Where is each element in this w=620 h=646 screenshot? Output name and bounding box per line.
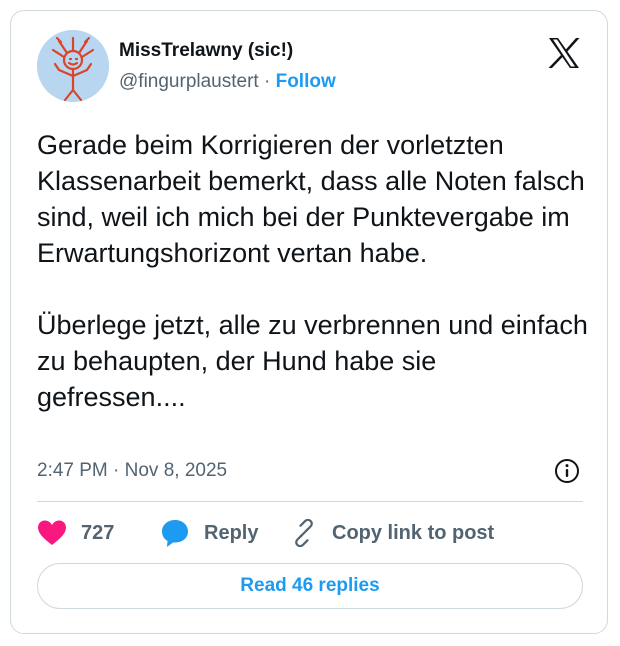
tweet-text: Gerade beim Korrigieren der vorletzten K… <box>37 130 588 412</box>
stick-figure-drawing-icon <box>37 30 109 102</box>
tweet-timestamp[interactable]: 2:47 PM · Nov 8, 2025 <box>37 460 227 482</box>
like-count: 727 <box>81 521 115 544</box>
author-handle[interactable]: @fingurplaustert <box>119 71 259 92</box>
reply-label: Reply <box>204 521 259 544</box>
like-button[interactable]: 727 <box>37 517 114 549</box>
follow-button[interactable]: Follow <box>276 71 336 92</box>
divider <box>37 501 583 502</box>
x-logo-icon[interactable] <box>547 37 581 69</box>
separator-dot: · <box>258 71 276 92</box>
avatar[interactable] <box>37 30 109 102</box>
author-name[interactable]: MissTrelawny (sic!) <box>119 40 293 62</box>
speech-bubble-icon <box>162 520 188 547</box>
author-meta-row: @fingurplaustert · Follow <box>119 71 336 93</box>
reply-button[interactable]: Reply <box>160 517 258 549</box>
copy-link-button[interactable]: Copy link to post <box>290 517 494 549</box>
heart-icon <box>38 520 66 545</box>
copy-link-label: Copy link to post <box>332 521 495 544</box>
read-replies-button[interactable]: Read 46 replies <box>37 563 583 609</box>
link-icon <box>295 519 313 547</box>
tweet-card: MissTrelawny (sic!) @fingurplaustert · F… <box>10 10 608 634</box>
info-icon[interactable] <box>554 458 580 484</box>
